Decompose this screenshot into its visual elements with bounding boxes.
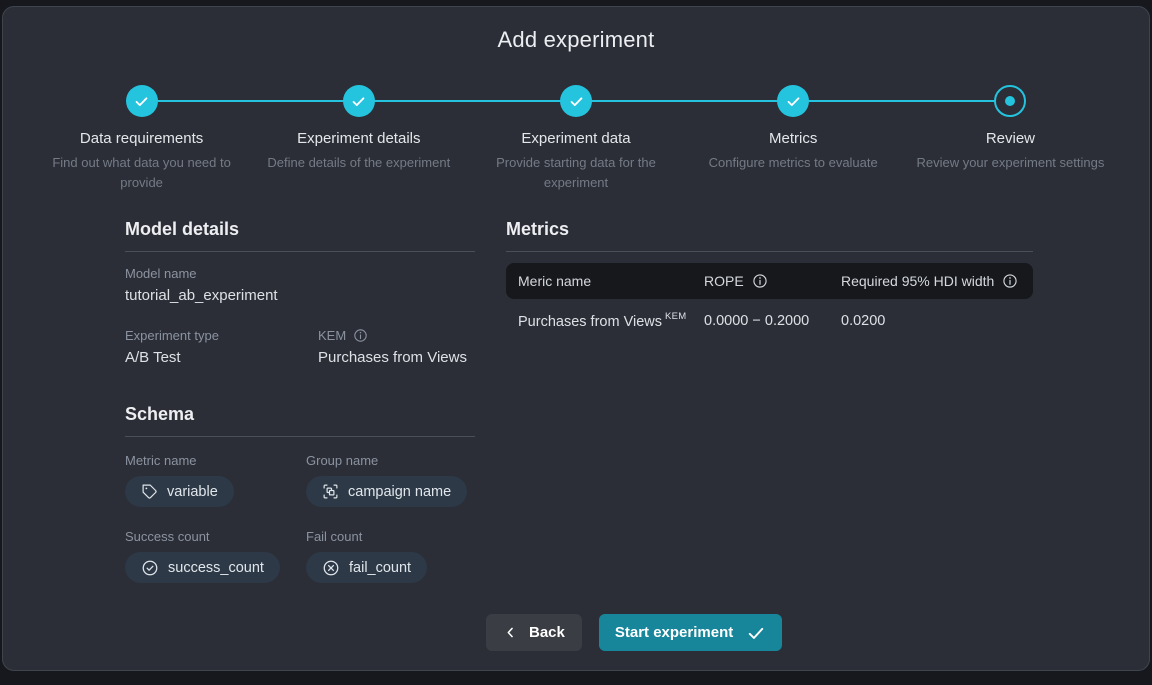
check-circle-icon (141, 559, 159, 577)
step-completed-check-icon (343, 85, 375, 117)
metrics-table-header: Meric name ROPE Required 95% HDI width (506, 263, 1033, 299)
success-count-chip-value: success_count (168, 560, 264, 576)
step-experiment-details[interactable]: Experiment details Define details of the… (250, 85, 467, 192)
step-label: Metrics (685, 130, 902, 147)
metrics-heading: Metrics (506, 219, 1033, 252)
check-icon (746, 623, 766, 643)
kem-superscript: KEM (665, 311, 687, 322)
group-icon (322, 483, 339, 500)
kem-label: KEM (318, 328, 346, 343)
group-name-chip: campaign name (306, 476, 467, 507)
column-header-rope: ROPE (704, 273, 744, 289)
step-description: Configure metrics to evaluate (693, 153, 893, 173)
step-review[interactable]: Review Review your experiment settings (902, 85, 1119, 192)
schema-grid: Metric name variable Group name campaign… (125, 453, 475, 583)
success-count-chip: success_count (125, 552, 280, 583)
step-description: Define details of the experiment (259, 153, 459, 173)
success-count-label: Success count (125, 529, 306, 544)
step-description: Provide starting data for the experiment (476, 153, 676, 192)
column-header-metric-name: Meric name (518, 273, 704, 289)
step-active-dot-icon (994, 85, 1026, 117)
step-label: Experiment details (250, 130, 467, 147)
step-label: Data requirements (33, 130, 250, 147)
info-icon[interactable] (752, 273, 768, 289)
rope-cell: 0.0000 − 0.2000 (704, 313, 841, 329)
start-experiment-button-label: Start experiment (615, 624, 733, 641)
step-metrics[interactable]: Metrics Configure metrics to evaluate (685, 85, 902, 192)
metric-name-chip-value: variable (167, 484, 218, 500)
info-icon[interactable] (353, 328, 368, 343)
fail-count-label: Fail count (306, 529, 475, 544)
metrics-section: Metrics Meric name ROPE Required 95% HDI… (506, 219, 1033, 343)
metrics-table-row: Purchases from ViewsKEM 0.0000 − 0.2000 … (506, 299, 1033, 343)
step-data-requirements[interactable]: Data requirements Find out what data you… (33, 85, 250, 192)
step-experiment-data[interactable]: Experiment data Provide starting data fo… (467, 85, 684, 192)
add-experiment-dialog: Add experiment Data requirements Find ou… (2, 6, 1150, 671)
step-completed-check-icon (560, 85, 592, 117)
start-experiment-button[interactable]: Start experiment (599, 614, 782, 651)
experiment-type-value: A/B Test (125, 349, 318, 366)
tag-icon (141, 483, 158, 500)
kem-value: Purchases from Views (318, 349, 475, 366)
chevron-left-icon (503, 625, 518, 640)
model-details-section: Model details Model name tutorial_ab_exp… (125, 219, 475, 583)
group-name-label: Group name (306, 453, 475, 468)
schema-heading: Schema (125, 404, 475, 437)
back-button[interactable]: Back (486, 614, 582, 651)
model-details-heading: Model details (125, 219, 475, 252)
back-button-label: Back (529, 624, 565, 641)
model-name-label: Model name (125, 266, 475, 281)
step-description: Review your experiment settings (910, 153, 1110, 173)
group-name-chip-value: campaign name (348, 484, 451, 500)
step-label: Experiment data (467, 130, 684, 147)
step-label: Review (902, 130, 1119, 147)
hdi-width-cell: 0.0200 (841, 313, 1033, 329)
step-completed-check-icon (777, 85, 809, 117)
dialog-actions: Back Start experiment (486, 614, 782, 651)
page-title: Add experiment (3, 27, 1149, 53)
step-completed-check-icon (126, 85, 158, 117)
fail-count-chip-value: fail_count (349, 560, 411, 576)
fail-count-chip: fail_count (306, 552, 427, 583)
model-name-value: tutorial_ab_experiment (125, 287, 475, 304)
x-circle-icon (322, 559, 340, 577)
step-description: Find out what data you need to provide (42, 153, 242, 192)
metric-name-label: Metric name (125, 453, 306, 468)
metric-name-cell: Purchases from ViewsKEM (518, 312, 704, 330)
column-header-hdi-width: Required 95% HDI width (841, 273, 994, 289)
stepper: Data requirements Find out what data you… (3, 85, 1149, 192)
metric-name-chip: variable (125, 476, 234, 507)
experiment-type-label: Experiment type (125, 328, 318, 343)
info-icon[interactable] (1002, 273, 1018, 289)
